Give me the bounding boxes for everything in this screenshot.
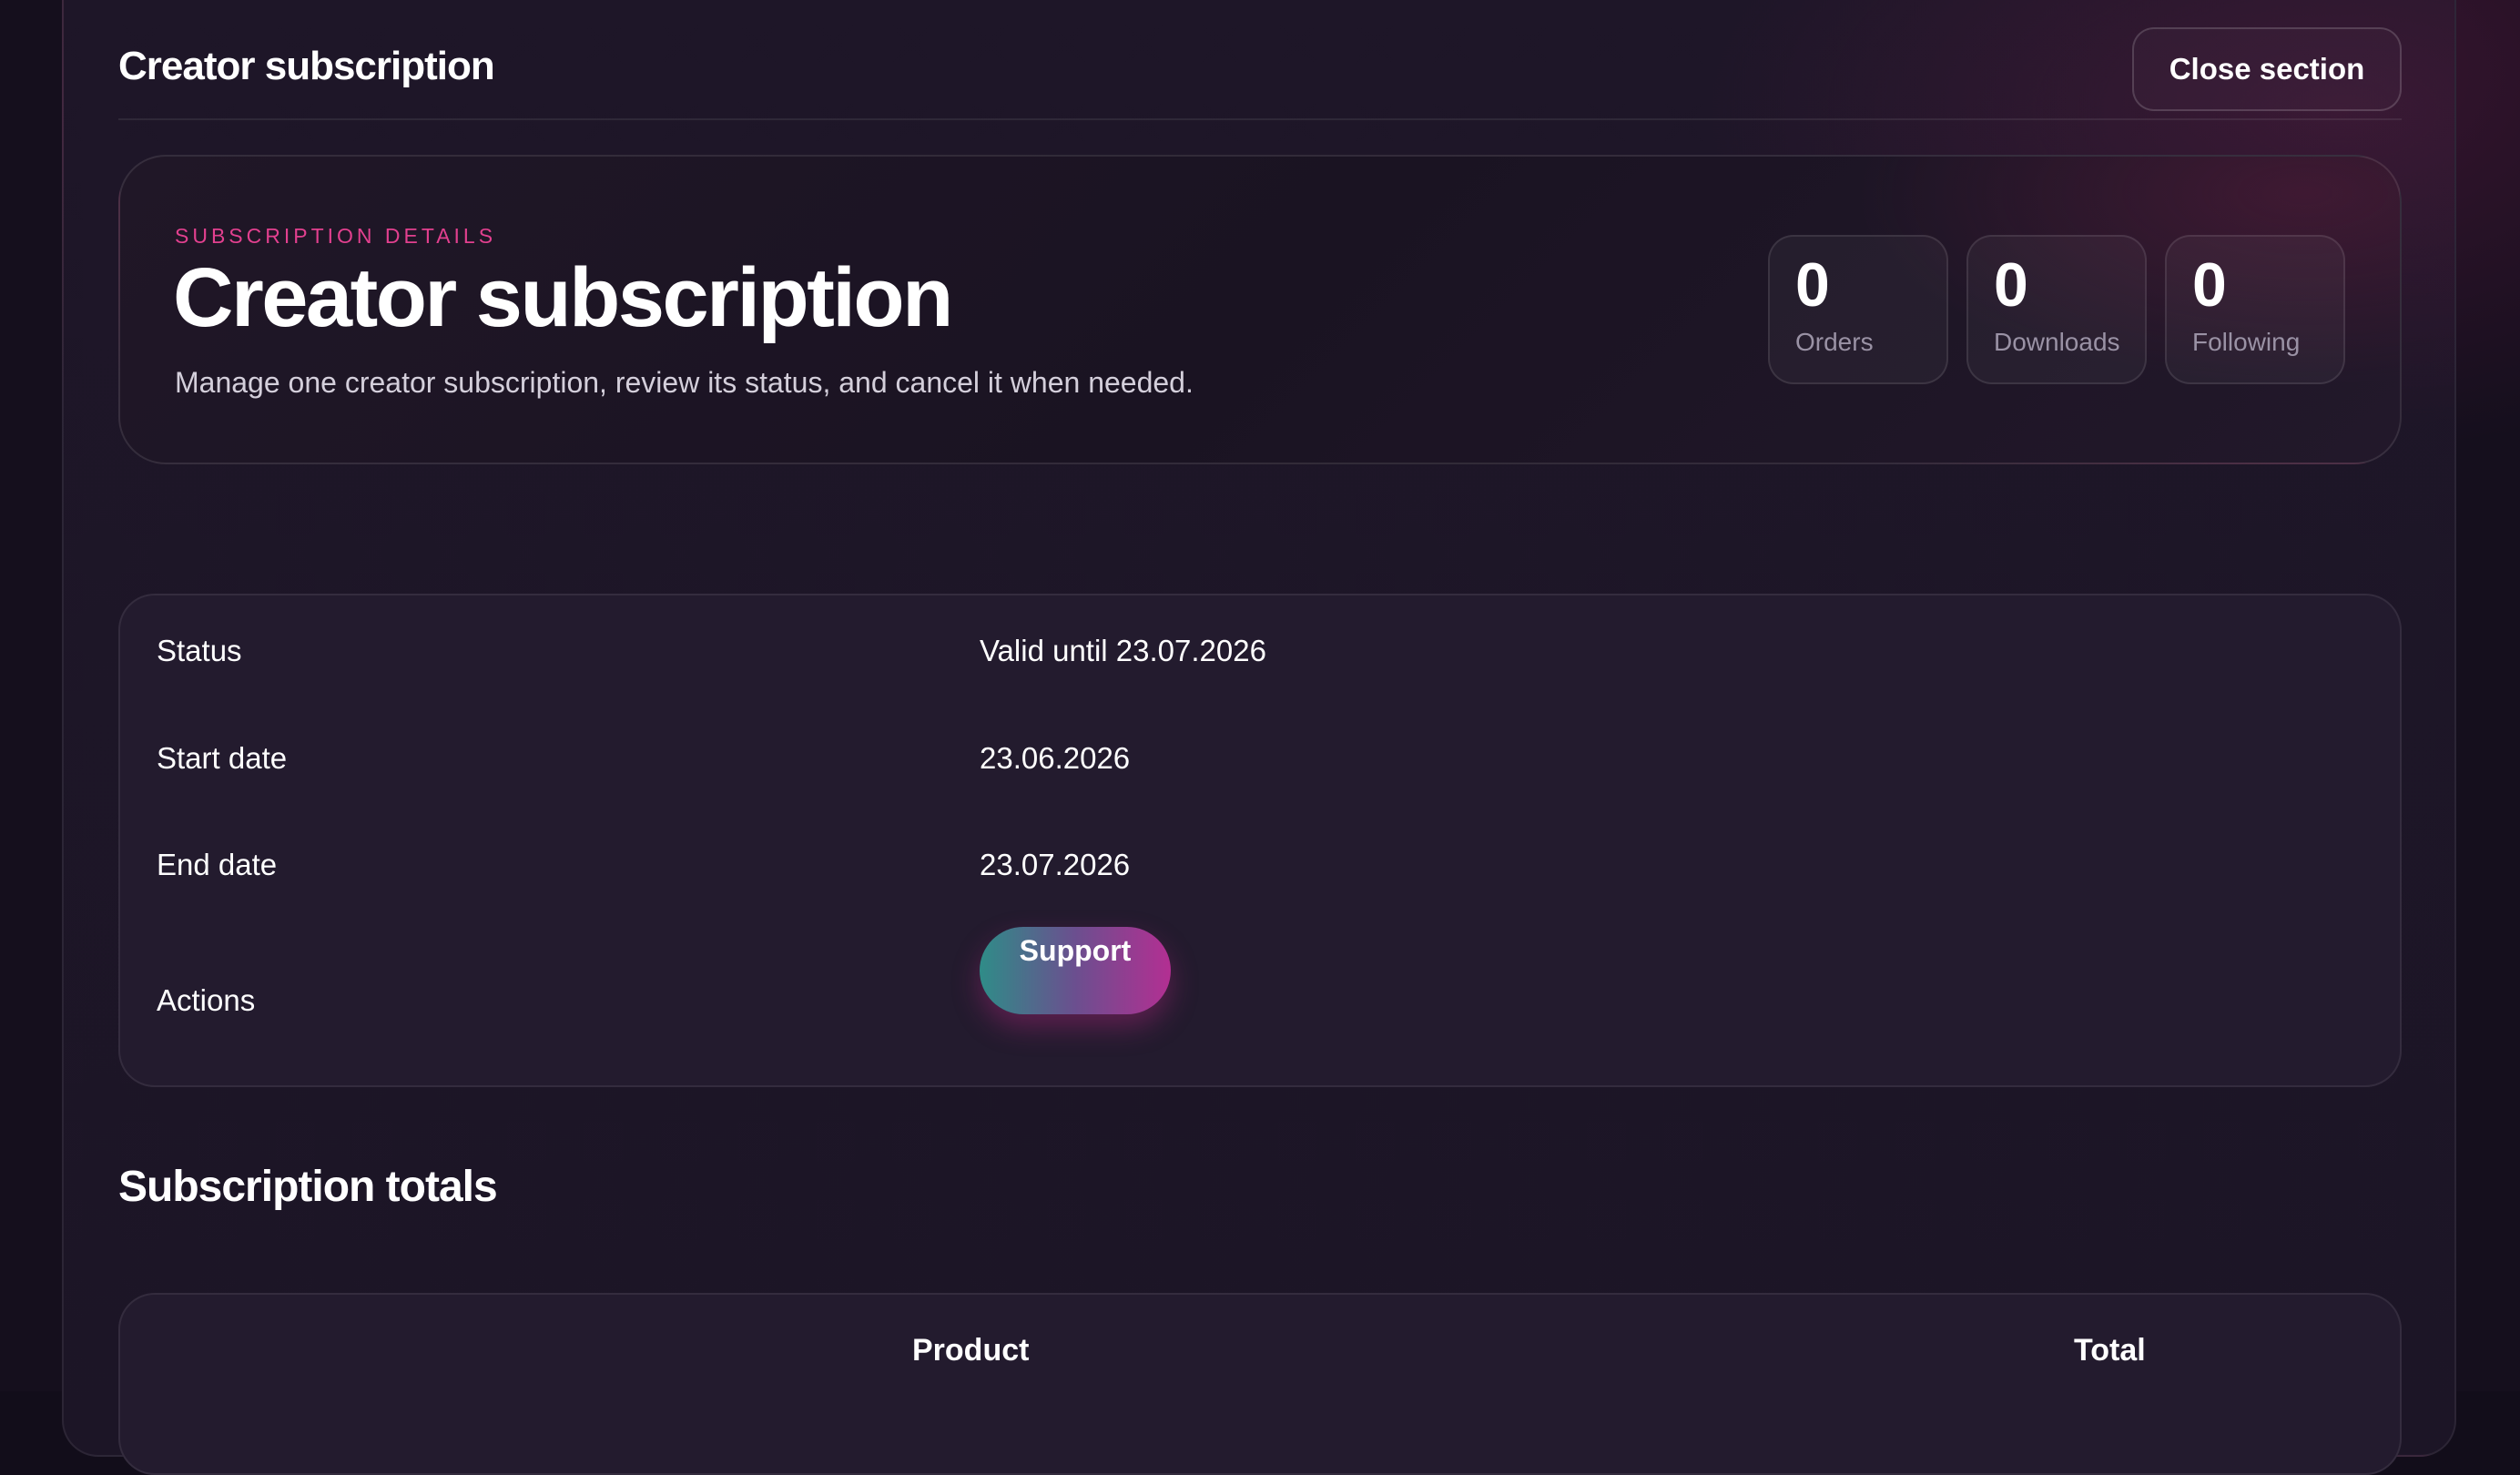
support-button[interactable]: Support — [980, 927, 1171, 1014]
stat-label: Downloads — [1994, 328, 2120, 356]
stat-downloads: 0 Downloads — [1966, 235, 2147, 384]
column-header-product: Product — [912, 1333, 1030, 1368]
column-header-total: Total — [2074, 1333, 2146, 1368]
detail-value: Valid until 23.07.2026 — [980, 634, 1266, 667]
detail-value: 23.07.2026 — [980, 848, 1131, 881]
stat-following: 0 Following — [2165, 235, 2345, 384]
stats-group: 0 Orders 0 Downloads 0 Following — [1768, 235, 2345, 384]
totals-table: Product Total — [118, 1293, 2402, 1475]
stat-orders: 0 Orders — [1768, 235, 1948, 384]
close-section-button[interactable]: Close section — [2132, 27, 2402, 111]
subscription-details-table: Status Valid until 23.07.2026 Start date… — [118, 594, 2402, 1087]
stat-label: Following — [2192, 328, 2301, 356]
subscription-hero-card: SUBSCRIPTION DETAILS Creator subscriptio… — [118, 155, 2402, 464]
detail-label: Status — [157, 634, 242, 667]
hero-description: Manage one creator subscription, review … — [175, 366, 1194, 399]
detail-label: End date — [157, 848, 278, 881]
detail-label: Actions — [157, 983, 256, 1017]
stat-value: 0 — [1994, 250, 2028, 320]
hero-title: Creator subscription — [173, 251, 953, 344]
hero-eyebrow: SUBSCRIPTION DETAILS — [175, 224, 497, 248]
stat-value: 0 — [2192, 250, 2227, 320]
detail-value: 23.06.2026 — [980, 741, 1131, 775]
totals-title: Subscription totals — [118, 1163, 498, 1211]
stat-label: Orders — [1795, 328, 1874, 356]
detail-label: Start date — [157, 741, 288, 775]
section-title: Creator subscription — [118, 44, 495, 88]
stat-value: 0 — [1795, 250, 1830, 320]
section-header: Creator subscription Close section — [118, 27, 2402, 120]
